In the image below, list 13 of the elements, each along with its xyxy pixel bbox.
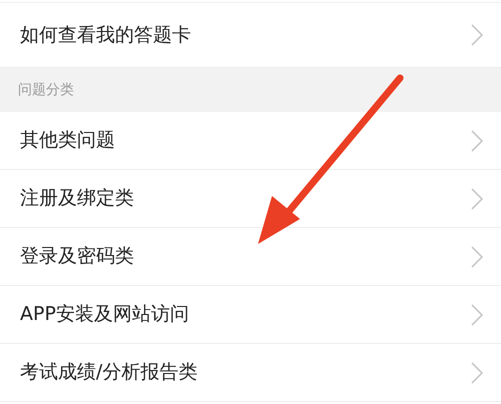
- item-label: 考试成绩/分析报告类: [20, 360, 198, 386]
- item-label: 其他类问题: [20, 128, 115, 154]
- section-title: 问题分类: [18, 80, 74, 100]
- item-label: 登录及密码类: [20, 244, 134, 270]
- chevron-right-icon: [471, 24, 483, 46]
- chevron-right-icon: [471, 246, 483, 268]
- chevron-right-icon: [471, 188, 483, 210]
- chevron-right-icon: [471, 130, 483, 152]
- item-label: 注册及绑定类: [20, 186, 134, 212]
- item-label: APP安装及网站访问: [20, 302, 189, 328]
- chevron-right-icon: [471, 304, 483, 326]
- chevron-right-icon: [471, 362, 483, 384]
- item-label: 如何查看我的答题卡: [20, 22, 191, 48]
